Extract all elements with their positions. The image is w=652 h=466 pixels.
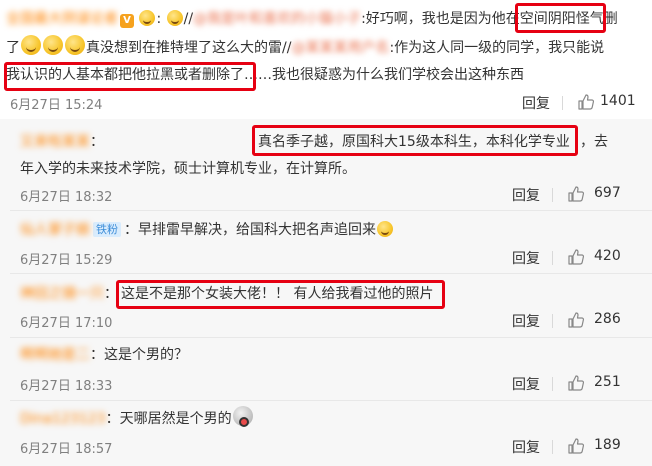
sub-colon: ： [124, 222, 138, 238]
thumbs-up-icon[interactable] [568, 375, 584, 391]
sub-comment-time: 6月27日 18:33 [20, 379, 113, 394]
divider [10, 400, 652, 401]
main-text-1: :好巧啊，我也是因为他在 [361, 11, 520, 27]
sub-reply-button[interactable]: 回复 [512, 311, 540, 331]
laugh-cry-emoji-icon [166, 10, 183, 26]
vip-badge-icon: V [120, 14, 134, 28]
sub-text: 这是个男的？ [104, 347, 188, 363]
sub-comment-line-1: Dina123123：天哪居然是个男的 [20, 406, 254, 432]
main-like-count: 1401 [600, 93, 636, 109]
sub-reply-button[interactable]: 回复 [512, 185, 540, 205]
highlight-box [116, 280, 445, 309]
sub-comment-author[interactable]: 又来啦某某 [20, 134, 90, 150]
sub-comment-line-1: 神回之镜一只： [20, 281, 118, 307]
main-text-3: 了 [6, 40, 20, 56]
main-text-4: 真没想到在推特埋了这么大的雷// [86, 40, 292, 56]
sub-comment-author[interactable]: 神回之镜一只 [20, 286, 104, 302]
thumbs-up-icon[interactable] [568, 438, 584, 454]
divider [552, 188, 553, 202]
sub-text: 早排雷早解决，给国科大把名声追回来 [138, 222, 376, 238]
sub-comment-author[interactable]: 仙人掌子娘 [20, 222, 90, 238]
divider [10, 210, 652, 211]
highlight-box [4, 62, 256, 91]
mention-link-2[interactable]: @某某某用户名 [291, 40, 389, 56]
divider [10, 273, 652, 274]
sub-like-count: 420 [594, 248, 621, 264]
sub-text: ，去 [580, 134, 608, 150]
highlight-box [515, 3, 606, 33]
sub-like-count: 286 [594, 311, 621, 327]
sub-colon: ： [90, 347, 104, 363]
laugh-cry-emoji-icon [139, 10, 156, 26]
mention-link[interactable]: @我是叶和喜欢的小猫小子 [193, 11, 361, 27]
highlight-box [252, 125, 578, 156]
main-comment-line-2: 了 真没想到在推特埋了这么大的雷//@某某某用户名:作为这人同一级的同学，我只能说 [6, 35, 604, 61]
divider [10, 337, 652, 338]
laugh-cry-emoji-icon [43, 35, 63, 55]
sub-comment-line-1: 仙人掌子娘 铁粉 ：早排雷早解决，给国科大把名声追回来 [20, 217, 394, 243]
reply-prefix: // [183, 11, 194, 27]
sub-comment-time: 6月27日 15:29 [20, 253, 113, 268]
divider [552, 251, 553, 265]
main-comment-time: 6月27日 15:24 [10, 98, 103, 113]
sub-reply-button[interactable]: 回复 [512, 248, 540, 268]
main-text-6: ……我也很疑惑为什么我们学校会出这种东西 [244, 67, 524, 83]
sub-comment-time: 6月27日 17:10 [20, 316, 113, 331]
main-colon: : [156, 11, 162, 27]
main-text-5: :作为这人同一级的同学，我只能说 [389, 40, 605, 56]
divider [562, 96, 563, 110]
sub-like-count: 251 [594, 374, 621, 390]
divider [552, 440, 553, 454]
sub-text-2: 年入学的未来技术学院，硕士计算机专业，在计算所。 [20, 161, 356, 177]
divider [552, 314, 553, 328]
main-comment-author[interactable]: 全国最大阴谋论者 [6, 11, 118, 27]
sub-colon: ： [90, 134, 104, 150]
sub-comment-time: 6月27日 18:32 [20, 190, 113, 205]
sub-comment-time: 6月27日 18:57 [20, 442, 113, 457]
sub-comment-line-1: 又来啦某某： [20, 129, 104, 155]
sub-comment-line-1: 啊啊她是二：这是个男的？ [20, 342, 188, 368]
thumbs-up-icon[interactable] [568, 312, 584, 328]
fan-badge: 铁粉 [93, 222, 121, 237]
sub-reply-button[interactable]: 回复 [512, 437, 540, 457]
sub-comment-author[interactable]: 啊啊她是二 [20, 347, 90, 363]
main-reply-button[interactable]: 回复 [522, 93, 550, 113]
sub-like-count: 697 [594, 185, 621, 201]
sub-like-count: 189 [594, 437, 621, 453]
laugh-cry-emoji-icon [377, 221, 393, 237]
thumbs-up-icon[interactable] [568, 249, 584, 265]
sub-colon: ： [105, 411, 120, 427]
shocked-emoji-icon [232, 406, 253, 427]
laugh-cry-emoji-icon [65, 35, 85, 55]
laugh-cry-emoji-icon [21, 35, 41, 55]
sub-text: 天哪居然是个男的 [119, 411, 232, 427]
thumbs-up-icon[interactable] [568, 186, 584, 202]
divider [552, 377, 553, 391]
thumbs-up-icon[interactable] [578, 94, 594, 110]
sub-comment-author[interactable]: Dina123123 [20, 411, 106, 427]
sub-reply-button[interactable]: 回复 [512, 374, 540, 394]
